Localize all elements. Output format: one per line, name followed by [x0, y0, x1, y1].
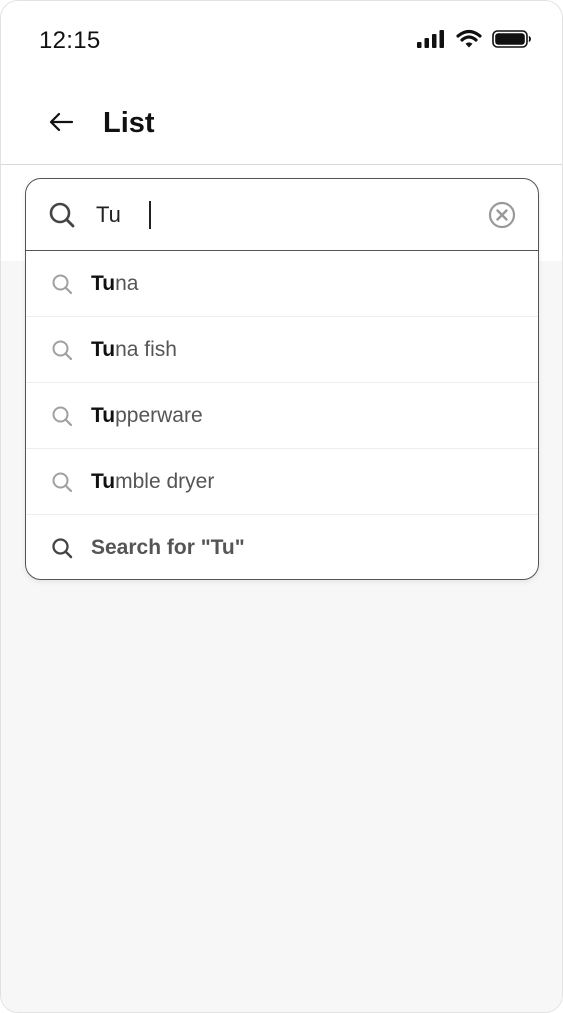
- status-icons: [416, 29, 532, 49]
- text-caret: [149, 201, 151, 229]
- phone-screen: 12:15 List Tu Tuna Tuna fish Tupperware …: [0, 0, 563, 1013]
- search-for-query-item[interactable]: Search for "Tu": [26, 515, 538, 579]
- signal-icon: [416, 29, 446, 49]
- suggestion-item[interactable]: Tupperware: [26, 383, 538, 449]
- suggestion-label: Tumble dryer: [91, 470, 215, 493]
- wifi-icon: [456, 29, 482, 49]
- suggestion-label: Tuna fish: [91, 338, 177, 361]
- status-bar: 12:15: [1, 1, 562, 81]
- page-title: List: [103, 107, 155, 139]
- suggestion-item[interactable]: Tuna fish: [26, 317, 538, 383]
- status-time: 12:15: [39, 27, 101, 54]
- back-button[interactable]: [45, 108, 77, 140]
- search-icon: [51, 471, 73, 498]
- suggestion-item[interactable]: Tumble dryer: [26, 449, 538, 515]
- back-arrow-icon: [48, 111, 74, 138]
- search-for-label: Search for "Tu": [91, 536, 245, 559]
- app-header: List: [1, 81, 562, 165]
- search-icon: [51, 273, 73, 300]
- search-icon: [51, 339, 73, 366]
- search-bar: [26, 179, 538, 251]
- suggestion-label: Tuna: [91, 272, 139, 295]
- suggestion-item[interactable]: Tuna: [26, 251, 538, 317]
- search-icon: [51, 537, 73, 564]
- search-input[interactable]: [96, 197, 476, 233]
- search-icon: [51, 405, 73, 432]
- suggestion-label: Tupperware: [91, 404, 203, 427]
- clear-icon[interactable]: [488, 201, 516, 234]
- search-icon: [48, 201, 76, 234]
- search-dropdown: Tuna Tuna fish Tupperware: [25, 178, 539, 580]
- battery-icon: [492, 29, 532, 49]
